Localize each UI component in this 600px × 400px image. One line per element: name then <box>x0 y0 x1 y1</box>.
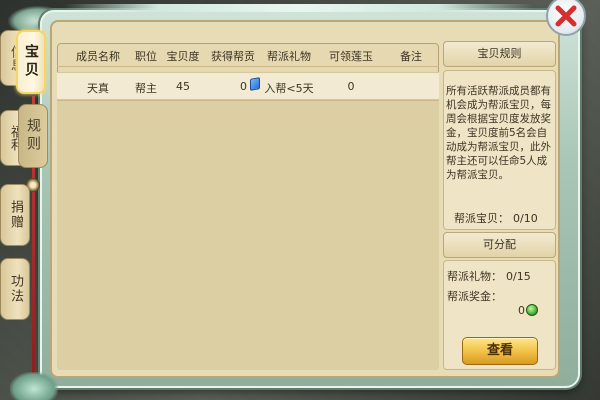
allocation-money-row: 0 <box>518 304 538 317</box>
allocation-money-value: 0 <box>518 304 525 317</box>
col-gift: 帮派礼物 <box>267 50 311 63</box>
table-row[interactable]: 天真 帮主 45 0 入帮<5天 0 <box>57 72 439 100</box>
cell-treasure-score: 45 <box>176 80 190 93</box>
col-position: 职位 <box>135 50 157 63</box>
col-contribution: 获得帮贡 <box>211 50 255 63</box>
bottom-lotus-ornament <box>10 372 58 400</box>
cell-gift: 入帮<5天 <box>264 82 314 95</box>
tab-skills-label: 功法 <box>8 274 23 304</box>
view-button[interactable]: 查看 <box>462 337 538 365</box>
col-member-name: 成员名称 <box>76 50 120 63</box>
gem-icon <box>250 77 260 91</box>
tab-skills[interactable]: 功法 <box>0 258 30 320</box>
member-table-header: 成员名称 职位 宝贝度 获得帮贡 帮派礼物 可领莲玉 备注 <box>57 43 439 67</box>
treasure-count-value: 0/10 <box>513 212 538 225</box>
tab-rules[interactable]: 规则 <box>18 104 48 168</box>
allocation-gift: 帮派礼物： 0/15 <box>447 268 531 284</box>
cell-lotus: 0 <box>347 80 355 93</box>
member-list-empty-area <box>57 100 439 370</box>
rules-text: 所有活跃帮派成员都有机会成为帮派宝贝，每周会根据宝贝度发放奖金，宝贝度前5名会自… <box>446 85 551 181</box>
allocation-money: 帮派奖金： <box>447 288 502 304</box>
rules-title: 宝贝规则 <box>443 41 556 67</box>
cell-member-name: 天真 <box>87 82 109 95</box>
col-note: 备注 <box>400 50 422 63</box>
allocation-gift-value: 0/15 <box>506 270 531 283</box>
cell-position: 帮主 <box>135 82 157 95</box>
tab-donate[interactable]: 捐赠 <box>0 184 30 246</box>
treasure-count: 帮派宝贝： 0/10 <box>448 210 556 226</box>
allocation-title: 可分配 <box>443 232 556 258</box>
col-treasure-score: 宝贝度 <box>166 50 200 63</box>
treasure-count-label: 帮派宝贝： <box>454 212 509 225</box>
tab-treasure-label: 宝贝 <box>23 44 39 80</box>
allocation-gift-label: 帮派礼物： <box>447 270 502 283</box>
allocation-money-label: 帮派奖金： <box>447 290 502 303</box>
tab-rules-label: 规则 <box>25 118 41 154</box>
col-lotus: 可领莲玉 <box>329 50 373 63</box>
tab-donate-label: 捐赠 <box>8 200 23 230</box>
cell-contribution: 0 <box>240 80 247 93</box>
tab-treasure[interactable]: 宝贝 <box>16 30 46 94</box>
close-icon <box>555 5 577 27</box>
coin-icon <box>526 304 538 316</box>
top-ornament <box>64 4 534 12</box>
